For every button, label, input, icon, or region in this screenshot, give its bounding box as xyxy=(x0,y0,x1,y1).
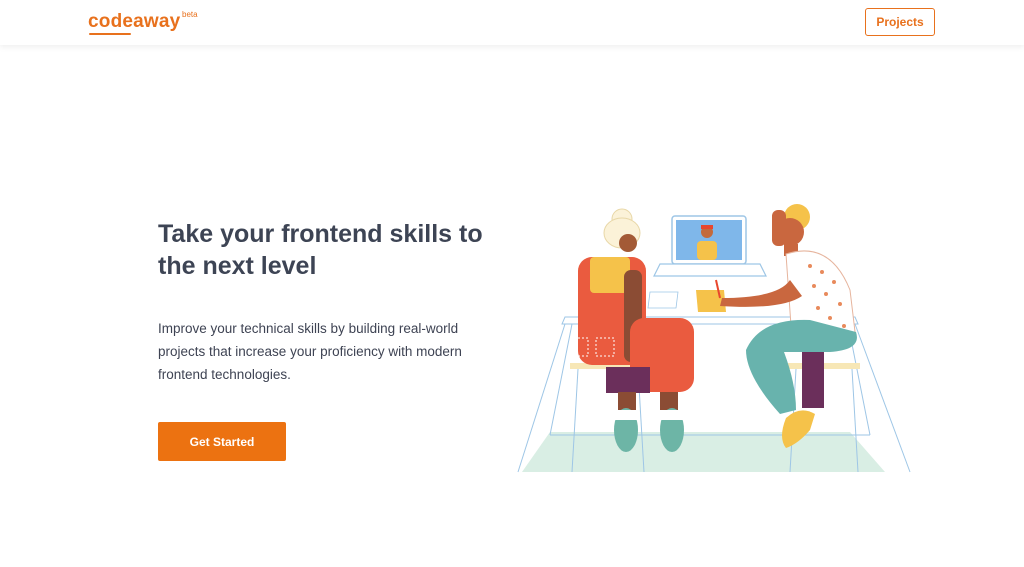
get-started-button[interactable]: Get Started xyxy=(158,422,286,461)
projects-button[interactable]: Projects xyxy=(865,8,935,36)
hero-illustration xyxy=(517,204,911,473)
brand-logo[interactable]: codeaway beta xyxy=(88,10,198,35)
logo-text: codeaway xyxy=(88,11,181,32)
laptop-base xyxy=(653,263,767,277)
floor-shape xyxy=(522,432,885,472)
hero-description: Improve your technical skills by buildin… xyxy=(158,321,462,382)
hero-title: Take your frontend skills to the next le… xyxy=(158,220,483,280)
beta-badge: beta xyxy=(182,10,198,19)
logo-underline xyxy=(89,33,131,35)
site-header: codeaway beta Projects xyxy=(0,0,1024,45)
